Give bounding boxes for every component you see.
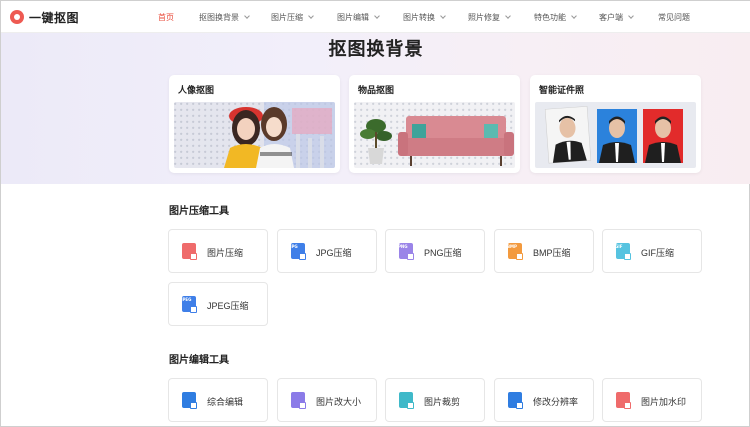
nav-label: 图片压缩	[271, 13, 303, 22]
resize-image-icon	[291, 392, 306, 409]
nav-item-image-compress[interactable]: 图片压缩	[271, 12, 314, 23]
top-navigation-bar: 一键抠图 首页 抠图换背景 图片压缩 图片编辑 图片转换 照片修复 特色功能 客…	[1, 1, 750, 33]
icon-tag: GIF	[615, 244, 623, 249]
tool-label: BMP压缩	[533, 248, 571, 258]
nav-item-image-edit[interactable]: 图片编辑	[337, 12, 380, 23]
bmp-file-icon: BMP	[507, 243, 523, 260]
nav-item-features[interactable]: 特色功能	[534, 12, 577, 23]
edit-image-icon	[182, 392, 197, 409]
tool-add-watermark[interactable]: 图片加水印	[602, 378, 702, 422]
logo-icon	[10, 10, 24, 24]
portrait-preview-image	[174, 102, 335, 168]
icon-tag: BMP	[507, 244, 517, 249]
card-smart-id-photo[interactable]: 智能证件照	[530, 75, 701, 173]
nav-label: 客户端	[599, 13, 623, 22]
nav-label: 抠图换背景	[199, 13, 239, 22]
tool-label: PNG压缩	[424, 248, 462, 258]
tool-crop-image[interactable]: 图片裁剪	[385, 378, 485, 422]
nav-label: 图片转换	[403, 13, 435, 22]
nav-item-faq[interactable]: 常见问题	[658, 12, 690, 23]
gif-file-icon: GIF	[615, 243, 631, 260]
nav-label: 常见问题	[658, 13, 690, 22]
tool-label: 图片压缩	[207, 248, 244, 258]
chevron-down-icon	[244, 13, 250, 19]
tool-label: JPG压缩	[316, 248, 352, 258]
tool-label: GIF压缩	[641, 248, 674, 258]
object-preview-image	[354, 102, 515, 168]
chevron-down-icon	[374, 13, 380, 19]
site-logo[interactable]: 一键抠图	[10, 9, 79, 25]
nav-item-photo-restore[interactable]: 照片修复	[468, 12, 511, 23]
image-compress-icon	[182, 243, 197, 260]
resolution-icon	[508, 392, 523, 409]
png-file-icon: PNG	[398, 243, 414, 260]
nav-item-client[interactable]: 客户端	[599, 12, 634, 23]
logo-text: 一键抠图	[29, 10, 80, 25]
nav-label: 首页	[158, 13, 174, 22]
card-object-cutout[interactable]: 物品抠图	[349, 75, 520, 173]
tool-label: 修改分辨率	[533, 397, 579, 407]
chevron-down-icon	[440, 13, 446, 19]
tool-label: 图片裁剪	[424, 397, 461, 407]
tool-bmp-compress[interactable]: BMP BMP压缩	[494, 229, 594, 273]
card-title: 智能证件照	[539, 85, 585, 95]
chevron-down-icon	[628, 13, 634, 19]
icon-tag: JPG	[290, 244, 298, 249]
icon-tag: JPEG	[181, 297, 192, 302]
icon-tag: PNG	[398, 244, 408, 249]
jpg-file-icon: JPG	[290, 243, 306, 260]
tool-change-resolution[interactable]: 修改分辨率	[494, 378, 594, 422]
nav-item-cutout-background[interactable]: 抠图换背景	[199, 12, 250, 23]
tool-jpeg-compress[interactable]: JPEG JPEG压缩	[168, 282, 268, 326]
chevron-down-icon	[571, 13, 577, 19]
section-title-compress: 图片压缩工具	[169, 206, 229, 217]
section-title-edit: 图片编辑工具	[169, 355, 229, 366]
tool-png-compress[interactable]: PNG PNG压缩	[385, 229, 485, 273]
tool-label: 综合编辑	[207, 397, 244, 407]
card-title: 人像抠图	[178, 85, 215, 95]
nav-label: 照片修复	[468, 13, 500, 22]
page-title: 抠图换背景	[328, 39, 424, 59]
jpeg-file-icon: JPEG	[181, 296, 197, 313]
chevron-down-icon	[505, 13, 511, 19]
nav-label: 特色功能	[534, 13, 566, 22]
tool-label: JPEG压缩	[207, 301, 249, 311]
tool-comprehensive-edit[interactable]: 综合编辑	[168, 378, 268, 422]
nav-label: 图片编辑	[337, 13, 369, 22]
card-title: 物品抠图	[358, 85, 395, 95]
crop-image-icon	[399, 392, 414, 409]
card-portrait-cutout[interactable]: 人像抠图	[169, 75, 340, 173]
tool-label: 图片加水印	[641, 397, 687, 407]
id-photo-preview-image	[535, 102, 696, 168]
nav-item-image-convert[interactable]: 图片转换	[403, 12, 446, 23]
tool-gif-compress[interactable]: GIF GIF压缩	[602, 229, 702, 273]
tool-jpg-compress[interactable]: JPG JPG压缩	[277, 229, 377, 273]
tool-label: 图片改大小	[316, 397, 362, 407]
tool-image-compress[interactable]: 图片压缩	[168, 229, 268, 273]
nav-item-home[interactable]: 首页	[158, 12, 174, 23]
tool-resize-image[interactable]: 图片改大小	[277, 378, 377, 422]
chevron-down-icon	[308, 13, 314, 19]
watermark-icon	[616, 392, 631, 409]
